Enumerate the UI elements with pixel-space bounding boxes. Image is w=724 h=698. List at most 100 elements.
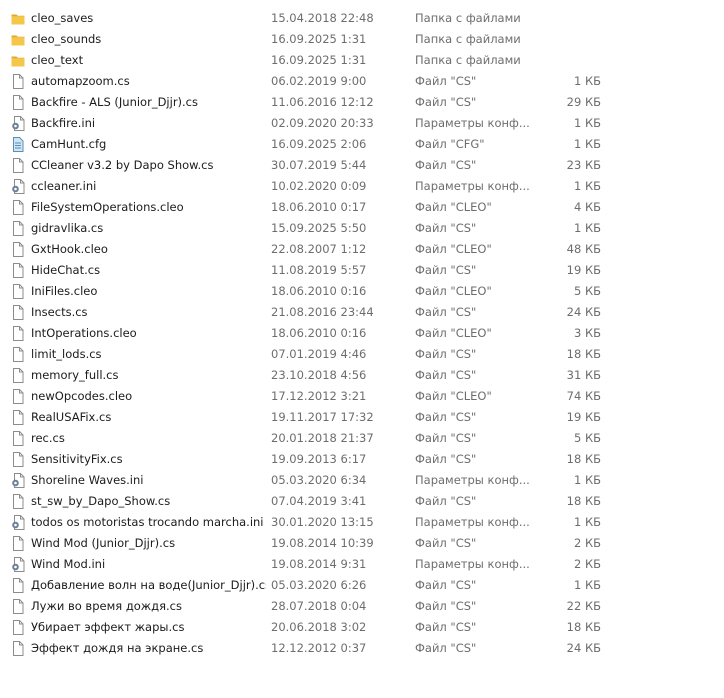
file-icon <box>11 368 25 383</box>
file-type: Параметры конф... <box>415 557 530 571</box>
file-icon <box>11 347 25 362</box>
file-row[interactable]: limit_lods.cs 07.01.2019 4:46 Файл "CS" 18 … <box>0 344 724 365</box>
file-type: Файл "CS" <box>415 452 477 466</box>
file-date-modified: 18.06.2010 0:16 <box>271 326 367 340</box>
file-name: Insects.cs <box>31 305 88 319</box>
file-row[interactable]: CCleaner v3.2 by Dapo Show.cs 30.07.2019 … <box>0 155 724 176</box>
folder-icon <box>11 53 25 68</box>
file-icon <box>11 620 25 635</box>
file-size: 18 КБ <box>566 620 601 634</box>
file-row[interactable]: CamHunt.cfg 16.09.2025 2:06 Файл "CFG" 1 КБ <box>0 134 724 155</box>
file-row[interactable]: st_sw_by_Dapo_Show.cs 07.04.2019 3:41 Файл… <box>0 491 724 512</box>
file-row[interactable]: newOpcodes.cleo 17.12.2012 3:21 Файл "CLEO… <box>0 386 724 407</box>
file-name: SensitivityFix.cs <box>31 452 123 466</box>
file-row[interactable]: SensitivityFix.cs 19.09.2013 6:17 Файл "CS… <box>0 449 724 470</box>
file-date-modified: 12.12.2012 0:37 <box>271 641 367 655</box>
file-row[interactable]: Wind Mod (Junior_Djjr).cs 19.08.2014 10:3… <box>0 533 724 554</box>
file-row[interactable]: cleo_sounds 16.09.2025 1:31 Папка с файлам… <box>0 29 724 50</box>
file-name: cleo_saves <box>31 11 94 25</box>
file-row[interactable]: RealUSAFix.cs 19.11.2017 17:32 Файл "CS" 19… <box>0 407 724 428</box>
file-date-modified: 28.07.2018 0:04 <box>271 599 367 613</box>
file-type: Параметры конф... <box>415 179 530 193</box>
file-icon <box>11 578 25 593</box>
file-row[interactable]: Эффект дождя на экране.cs 12.12.2012 0:37… <box>0 638 724 659</box>
settings-file-icon <box>11 179 25 194</box>
file-type: Файл "CS" <box>415 620 477 634</box>
file-name: RealUSAFix.cs <box>31 410 112 424</box>
file-icon <box>11 326 25 341</box>
file-date-modified: 20.01.2018 21:37 <box>271 431 374 445</box>
file-date-modified: 11.06.2016 12:12 <box>271 95 374 109</box>
file-icon <box>11 410 25 425</box>
file-row[interactable]: Wind Mod.ini 19.08.2014 9:31 Параметры кон… <box>0 554 724 575</box>
file-name: IntOperations.cleo <box>31 326 137 340</box>
file-name: memory_full.cs <box>31 368 119 382</box>
file-row[interactable]: HideChat.cs 11.08.2019 5:57 Файл "CS" 19 КБ <box>0 260 724 281</box>
file-size: 19 КБ <box>566 410 601 424</box>
file-row[interactable]: IntOperations.cleo 18.06.2010 0:16 Файл "C… <box>0 323 724 344</box>
file-type: Файл "CS" <box>415 305 477 319</box>
file-row[interactable]: rec.cs 20.01.2018 21:37 Файл "CS" 5 КБ <box>0 428 724 449</box>
file-row[interactable]: Убирает эффект жары.cs 20.06.2018 3:02 Фай… <box>0 617 724 638</box>
file-type: Файл "CLEO" <box>415 242 492 256</box>
file-date-modified: 16.09.2025 2:06 <box>271 137 367 151</box>
file-size: 4 КБ <box>573 200 601 214</box>
file-name: ccleaner.ini <box>31 179 97 193</box>
file-row[interactable]: FileSystemOperations.cleo 18.06.2010 0:17… <box>0 197 724 218</box>
file-size: 24 КБ <box>566 641 601 655</box>
file-type: Файл "CS" <box>415 368 477 382</box>
file-date-modified: 05.03.2020 6:26 <box>271 578 367 592</box>
file-icon <box>11 599 25 614</box>
file-icon <box>11 221 25 236</box>
file-date-modified: 30.01.2020 13:15 <box>271 515 374 529</box>
file-size: 1 КБ <box>573 473 601 487</box>
file-row[interactable]: Backfire - ALS (Junior_Djjr).cs 11.06.201… <box>0 92 724 113</box>
file-row[interactable]: gidravlika.cs 15.09.2025 5:50 Файл "CS" 1 К… <box>0 218 724 239</box>
file-size: 18 КБ <box>566 452 601 466</box>
file-name: Wind Mod.ini <box>31 557 106 571</box>
file-row[interactable]: IniFiles.cleo 18.06.2010 0:16 Файл "CLEO" 5… <box>0 281 724 302</box>
file-size: 31 КБ <box>566 368 601 382</box>
file-row[interactable]: Лужи во время дождя.cs 28.07.2018 0:04 Фай… <box>0 596 724 617</box>
file-name: Убирает эффект жары.cs <box>31 620 185 634</box>
file-row[interactable]: memory_full.cs 23.10.2018 4:56 Файл "CS" 31… <box>0 365 724 386</box>
file-size: 2 КБ <box>573 557 601 571</box>
file-type: Папка с файлами <box>415 53 521 67</box>
file-size: 2 КБ <box>573 536 601 550</box>
file-row[interactable]: Insects.cs 21.08.2016 23:44 Файл "CS" 24 КБ <box>0 302 724 323</box>
file-icon <box>11 431 25 446</box>
file-row[interactable]: todos os motoristas trocando marcha.ini 3… <box>0 512 724 533</box>
file-size: 5 КБ <box>573 431 601 445</box>
file-row[interactable]: Shoreline Waves.ini 05.03.2020 6:34 Параме… <box>0 470 724 491</box>
file-icon <box>11 242 25 257</box>
file-row[interactable]: ccleaner.ini 10.02.2020 0:09 Параметры кон… <box>0 176 724 197</box>
file-date-modified: 10.02.2020 0:09 <box>271 179 367 193</box>
file-row[interactable]: cleo_text 16.09.2025 1:31 Папка с файлами <box>0 50 724 71</box>
file-type: Файл "CS" <box>415 158 477 172</box>
file-icon <box>11 389 25 404</box>
file-type: Файл "CS" <box>415 536 477 550</box>
file-row[interactable]: automapzoom.cs 06.02.2019 9:00 Файл "CS" 1 … <box>0 71 724 92</box>
file-row[interactable]: cleo_saves 15.04.2018 22:48 Папка с файлам… <box>0 8 724 29</box>
file-row[interactable]: GxtHook.cleo 22.08.2007 1:12 Файл "CLEO" 48… <box>0 239 724 260</box>
file-date-modified: 22.08.2007 1:12 <box>271 242 367 256</box>
file-date-modified: 06.02.2019 9:00 <box>271 74 367 88</box>
file-name: IniFiles.cleo <box>31 284 98 298</box>
file-name: automapzoom.cs <box>31 74 130 88</box>
file-name: FileSystemOperations.cleo <box>31 200 184 214</box>
file-icon <box>11 95 25 110</box>
file-size: 3 КБ <box>573 326 601 340</box>
file-row[interactable]: Добавление волн на воде(Junior_Djjr).cs 0… <box>0 575 724 596</box>
file-row[interactable]: Backfire.ini 02.09.2020 20:33 Параметры ко… <box>0 113 724 134</box>
file-type: Файл "CS" <box>415 74 477 88</box>
file-type: Файл "CLEO" <box>415 326 492 340</box>
file-date-modified: 15.09.2025 5:50 <box>271 221 367 235</box>
file-date-modified: 30.07.2019 5:44 <box>271 158 367 172</box>
file-name: GxtHook.cleo <box>31 242 108 256</box>
file-size: 5 КБ <box>573 284 601 298</box>
file-date-modified: 19.08.2014 10:39 <box>271 536 374 550</box>
file-date-modified: 19.09.2013 6:17 <box>271 452 367 466</box>
file-type: Параметры конф... <box>415 473 530 487</box>
file-type: Файл "CS" <box>415 95 477 109</box>
file-size: 23 КБ <box>566 158 601 172</box>
